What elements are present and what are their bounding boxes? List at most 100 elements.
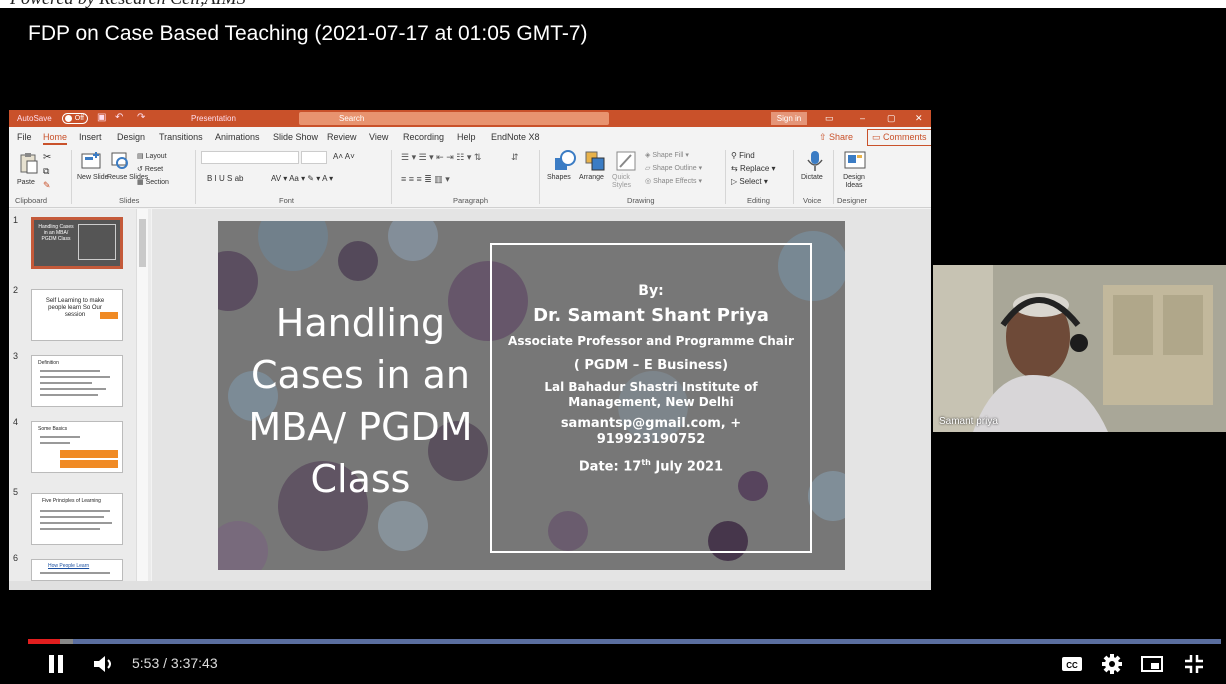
cut-icon[interactable]: ✂ (43, 152, 51, 163)
ppt-search-box[interactable]: Search (299, 112, 609, 125)
pause-icon[interactable] (44, 652, 68, 676)
menu-view[interactable]: View (369, 132, 388, 142)
menu-home[interactable]: Home (43, 132, 68, 145)
comments-label: Comments (883, 132, 927, 142)
save-icon[interactable]: ▣ (97, 112, 106, 123)
thumbnail-text: Definition (38, 360, 59, 366)
replace-button[interactable]: ⇆ Replace ▾ (731, 164, 776, 173)
menu-slide-show[interactable]: Slide Show (273, 132, 318, 142)
ribbon-display-icon[interactable]: ▭ (825, 113, 834, 124)
decor-bubble (258, 221, 328, 271)
font-color-icon[interactable]: AV ▾ Aa ▾ ✎ ▾ A ▾ (271, 174, 333, 183)
text-direction-icon[interactable]: ⇵ (511, 152, 519, 163)
redo-icon[interactable]: ↷ (137, 112, 145, 123)
undo-icon[interactable]: ↶ (115, 112, 123, 123)
align-icon[interactable]: ≡ ≡ ≡ ≣ ▥ ▾ (401, 174, 450, 185)
design-ideas-icon[interactable] (843, 150, 867, 172)
thumbnail-line (40, 382, 92, 384)
slide-role: Associate Professor and Programme Chair (508, 334, 794, 348)
menu-file[interactable]: File (17, 132, 32, 142)
thumbnail-slide-4[interactable]: Some Basics (31, 421, 123, 473)
arrange-label: Arrange (579, 174, 604, 181)
thumbnail-slide-2[interactable]: Self Learning to make people learn So Ou… (31, 289, 123, 341)
paste-icon[interactable] (19, 152, 39, 174)
sign-in-button[interactable]: Sign in (771, 112, 807, 125)
slide-date: Date: 17th July 2021 (492, 458, 810, 474)
exit-fullscreen-icon[interactable] (1182, 652, 1206, 676)
group-designer: Designer (837, 196, 868, 205)
decor-bubble (378, 501, 428, 551)
ppt-ribbon: Paste ✂ ⧉ ✎ Clipboard New Slide Reuse Sl… (9, 146, 931, 208)
shape-fill-label: Shape Fill (652, 152, 684, 159)
thumbnail-line (40, 376, 110, 378)
comments-button[interactable]: ▭ Comments (867, 129, 931, 146)
thumbnail-line (40, 388, 106, 390)
thumbnail-line (40, 370, 100, 372)
grow-font-icon[interactable]: A˄ A˅ (333, 152, 355, 161)
thumbnail-line (40, 572, 110, 574)
thumbnail-line (40, 394, 98, 396)
autosave-toggle[interactable]: Off (62, 113, 88, 124)
menu-endnote[interactable]: EndNote X8 (491, 132, 540, 142)
shape-effects-button[interactable]: ◎ Shape Effects ▾ (645, 177, 702, 185)
menu-animations[interactable]: Animations (215, 132, 260, 142)
reset-button[interactable]: ↺ Reset (137, 165, 163, 173)
font-style-buttons[interactable]: B I U S ab (207, 174, 243, 183)
microphone-icon[interactable] (807, 150, 823, 172)
close-icon[interactable]: ✕ (915, 113, 923, 124)
quick-styles-icon[interactable] (615, 150, 637, 172)
section-label: Section (145, 179, 169, 186)
font-size-dropdown[interactable] (301, 151, 327, 164)
ribbon-divider (725, 150, 726, 204)
menu-help[interactable]: Help (457, 132, 476, 142)
section-button[interactable]: ▦ Section (137, 178, 169, 186)
ribbon-divider (195, 150, 196, 204)
find-label: Find (739, 151, 755, 160)
menu-design[interactable]: Design (117, 132, 145, 142)
shapes-icon[interactable] (553, 150, 577, 172)
select-button[interactable]: ▷ Select ▾ (731, 177, 768, 186)
document-name: Presentation (191, 114, 236, 123)
miniplayer-icon[interactable] (1140, 652, 1164, 676)
thumbnail-line (40, 442, 70, 444)
participant-video (933, 265, 1226, 432)
reuse-slides-icon[interactable] (110, 151, 130, 171)
scrollbar-thumb[interactable] (139, 219, 146, 267)
thumbnail-number: 5 (13, 487, 19, 497)
thumbnail-slide-6[interactable]: How People Learn (31, 559, 123, 581)
new-slide-icon[interactable] (81, 151, 103, 171)
shape-outline-button[interactable]: ▱ Shape Outline ▾ (645, 164, 702, 172)
progress-bar[interactable] (28, 639, 1221, 644)
ribbon-divider (793, 150, 794, 204)
menu-recording[interactable]: Recording (403, 132, 444, 142)
thumbnail-text: Five Principles of Learning (42, 498, 101, 504)
thumbnail-number: 3 (13, 351, 19, 361)
thumbnail-slide-3[interactable]: Definition (31, 355, 123, 407)
format-painter-icon[interactable]: ✎ (43, 180, 51, 191)
minimize-icon[interactable]: – (860, 113, 865, 123)
thumbnail-number: 4 (13, 417, 19, 427)
font-name-dropdown[interactable] (201, 151, 299, 164)
menu-review[interactable]: Review (327, 132, 357, 142)
settings-gear-icon[interactable] (1100, 652, 1124, 676)
thumbnail-line (40, 522, 112, 524)
group-editing: Editing (747, 196, 770, 205)
find-button[interactable]: ⚲ Find (731, 151, 755, 160)
volume-icon[interactable] (92, 652, 118, 676)
arrange-icon[interactable] (584, 150, 606, 172)
thumbnail-slide-1[interactable]: Handling Cases in an MBA/ PGDM Class (31, 217, 123, 269)
closed-captions-icon[interactable]: CC (1060, 652, 1084, 676)
copy-icon[interactable]: ⧉ (43, 166, 49, 177)
bullets-icon[interactable]: ☰ ▾ ☰ ▾ ⇤ ⇥ ☷ ▾ ⇅ (401, 152, 481, 163)
thumbnail-line (40, 510, 110, 512)
menu-insert[interactable]: Insert (79, 132, 102, 142)
maximize-icon[interactable]: ▢ (887, 113, 896, 124)
shape-fill-button[interactable]: ◈ Shape Fill ▾ (645, 151, 689, 159)
layout-button[interactable]: ▤ Layout (137, 152, 167, 160)
participant-name: Samant priya (939, 416, 998, 427)
select-label: Select (739, 177, 762, 186)
thumbnail-slide-5[interactable]: Five Principles of Learning (31, 493, 123, 545)
thumbnails-scrollbar[interactable] (136, 209, 148, 581)
menu-transitions[interactable]: Transitions (159, 132, 203, 142)
share-button[interactable]: ⇧ Share (819, 132, 853, 143)
